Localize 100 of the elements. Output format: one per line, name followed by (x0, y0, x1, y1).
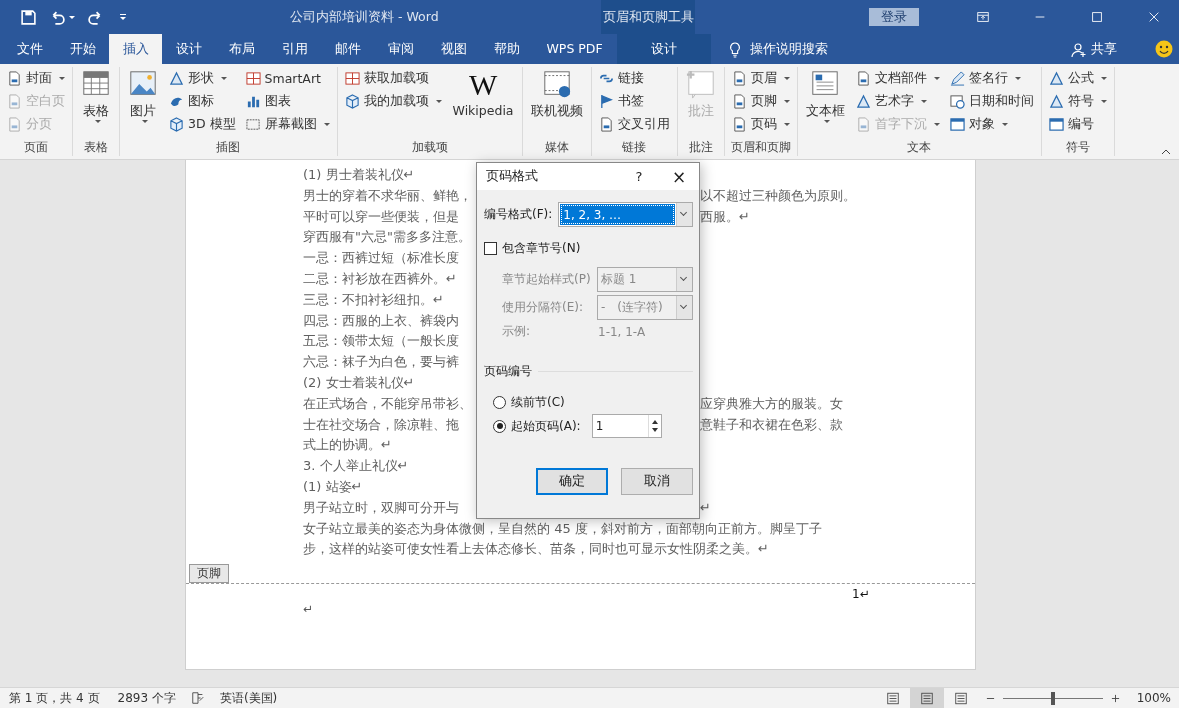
ribbon-button[interactable]: 文本框 (801, 67, 849, 139)
ribbon-button[interactable]: 文档部件 (852, 67, 943, 90)
ribbon-tab[interactable]: 视图 (427, 34, 480, 64)
body-text: (1) 男士着装礼仪↵ (303, 166, 415, 184)
ribbon-button[interactable]: 3D 模型 (166, 113, 239, 136)
ribbon-button[interactable]: 编号 (1045, 113, 1110, 136)
view-button[interactable] (909, 688, 944, 708)
caret-icon (435, 100, 442, 103)
ribbon-button[interactable]: 对象 (946, 113, 1037, 136)
lightbulb-icon[interactable] (728, 42, 743, 58)
ribbon-button[interactable]: 我的加载项 (341, 90, 445, 113)
ribbon-tab[interactable]: 帮助 (480, 34, 533, 64)
ribbon-button[interactable]: 封面 (4, 67, 68, 90)
caret-icon (1100, 77, 1107, 80)
body-text: 平时可以穿一些便装，但是 (303, 207, 459, 226)
caret-icon[interactable] (69, 15, 75, 19)
ribbon-button[interactable]: 屏幕截图 (242, 113, 333, 136)
radio-label[interactable]: 起始页码(A): (511, 417, 581, 435)
ribbon-tab[interactable]: 设计 (162, 34, 215, 64)
signin-button[interactable]: 登录 (869, 8, 919, 26)
ribbon-button[interactable]: 日期和时间 (946, 90, 1037, 113)
ribbon-button[interactable]: 页码 (728, 113, 793, 136)
ribbon-tab[interactable]: 引用 (268, 34, 321, 64)
ribbon-button[interactable]: 书签 (595, 90, 673, 113)
body-text: 四忌：西服的上衣、裤袋内 (303, 311, 459, 330)
ribbon-button[interactable]: 交叉引用 (595, 113, 673, 136)
ribbon-tab[interactable]: WPS PDF (533, 34, 617, 64)
ribbon-button[interactable]: 链接 (595, 67, 673, 90)
ribbon-button[interactable]: 页眉 (728, 67, 793, 90)
close-button[interactable]: × (659, 163, 699, 190)
word-count[interactable]: 2893 个字 (108, 689, 185, 707)
group-label: 页面 (23, 139, 49, 156)
radio-button[interactable] (493, 395, 506, 409)
ribbon-button[interactable]: 图标 (166, 90, 239, 113)
body-text: 女子站立最美的姿态为身体微侧，呈自然的 45 度，斜对前方，面部朝向正前方。脚呈丁子 (303, 519, 822, 538)
ribbon-tab[interactable]: 布局 (215, 34, 268, 64)
comment-icon (685, 69, 716, 99)
number-format-dropdown[interactable]: 1, 2, 3, … (558, 202, 693, 227)
ribbon-button[interactable]: 签名行 (946, 67, 1037, 90)
person-icon[interactable] (1071, 42, 1087, 58)
zoom-level[interactable]: 100% (1127, 691, 1179, 705)
ribbon-button[interactable]: 图表 (242, 90, 333, 113)
save-icon[interactable] (20, 8, 37, 26)
up-arrow-icon[interactable] (650, 419, 659, 425)
body-text: 五忌：领带太短（一般长度 (303, 332, 459, 351)
ribbon-tab[interactable]: 开始 (56, 34, 109, 64)
ribbon-tab[interactable]: 文件 (3, 34, 56, 64)
radio-button[interactable] (493, 419, 506, 433)
page-number: 1↵ (852, 587, 870, 602)
ribbon-button[interactable]: 页脚 (728, 90, 793, 113)
body-text: 士在社交场合，除凉鞋、拖 (303, 415, 459, 434)
body-text: 男士的穿着不求华丽、鲜艳， (303, 186, 472, 205)
group-label: 表格 (83, 139, 109, 156)
ribbon-button[interactable]: W Wikipedia (448, 67, 518, 139)
maximize-icon[interactable] (1090, 10, 1104, 24)
ribbon-button[interactable]: 图片 (124, 67, 162, 139)
collapse-icon[interactable] (1161, 149, 1171, 155)
group-label: 媒体 (543, 139, 570, 156)
ribbon-tab[interactable]: 插入 (109, 34, 162, 64)
ribbon-button[interactable]: SmartArt (242, 67, 333, 90)
field-label: 章节起始样式(P) (502, 271, 592, 288)
caret-icon (920, 100, 927, 103)
ribbon-button[interactable]: 公式 (1045, 67, 1110, 90)
ribbon-button[interactable]: 获取加载项 (341, 67, 445, 90)
body-text: 一忌：西裤过短（标准长度 (303, 249, 459, 268)
body-text: 穿西服有"六忌"需多多注意。 (303, 228, 471, 247)
page-count[interactable]: 第 1 页，共 4 页 (0, 689, 109, 707)
ribbon-button[interactable]: 艺术字 (852, 90, 943, 113)
radio-label[interactable]: 续前节(C) (511, 393, 565, 411)
body-text: 六忌：袜子为白色，要与裤 (303, 353, 459, 372)
language-status[interactable]: 英语(美国) (210, 689, 287, 707)
zoom-in-icon[interactable] (1110, 693, 1120, 703)
start-page-spinner[interactable]: 1 (591, 414, 662, 438)
smiley-icon[interactable] (1155, 40, 1173, 58)
ribbon-button[interactable]: 表格 (77, 67, 115, 139)
body-text: (1) 站姿↵ (303, 477, 363, 496)
tell-me-search[interactable]: 操作说明搜索 (750, 34, 829, 64)
proofing-icon[interactable] (190, 691, 205, 705)
blank-page-icon (7, 94, 22, 109)
share-button[interactable]: 共享 (1087, 34, 1121, 64)
close-icon[interactable] (1147, 10, 1161, 24)
ribbon-button[interactable]: 联机视频 (526, 67, 587, 139)
footer-text: ↵ (303, 602, 314, 617)
zoom-thumb[interactable] (1050, 691, 1055, 705)
caret-icon (823, 120, 830, 123)
dialog-button[interactable]: 取消 (621, 468, 693, 495)
ribbon-tab[interactable]: 邮件 (321, 34, 374, 64)
down-arrow-icon[interactable] (650, 427, 659, 433)
ribbon-button[interactable]: 符号 (1045, 90, 1110, 113)
dialog-title: 页码格式 (486, 168, 539, 185)
dialog-button[interactable]: 确定 (536, 468, 609, 495)
caret-icon (933, 77, 940, 80)
read-mode-icon (885, 691, 900, 705)
ribbon-display-icon[interactable] (976, 10, 990, 24)
document-icon (855, 71, 871, 86)
help-button[interactable]: ? (619, 163, 659, 190)
ribbon-button[interactable]: 形状 (166, 67, 239, 90)
checkbox[interactable] (484, 242, 497, 255)
ribbon-tab[interactable]: 审阅 (374, 34, 427, 64)
checkbox-label[interactable]: 包含章节号(N) (502, 240, 581, 257)
